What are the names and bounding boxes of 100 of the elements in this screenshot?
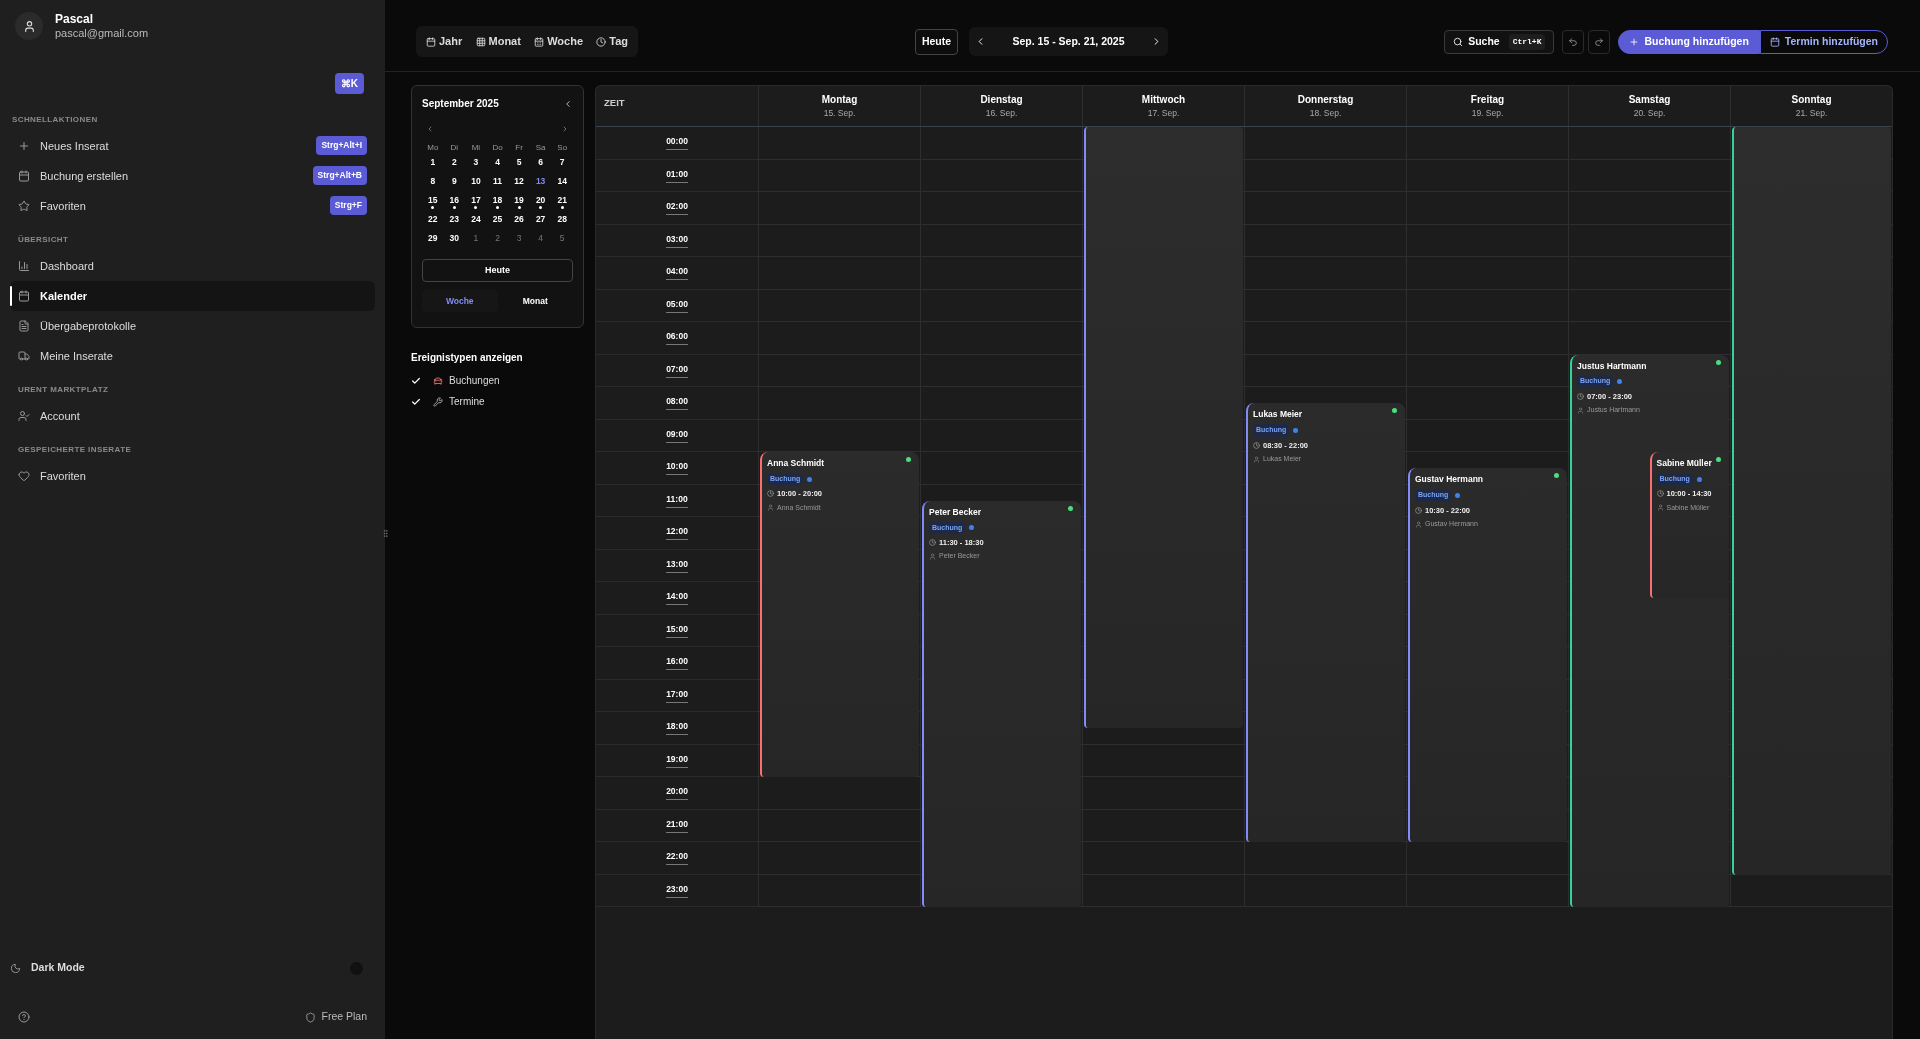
calendar-day[interactable]: 24	[471, 213, 481, 225]
calendar-day[interactable]: 27	[535, 213, 546, 225]
sidebar-item[interactable]: Neues Inserat Strg+Alt+I	[10, 130, 375, 161]
calendar-day[interactable]: 20	[535, 194, 546, 206]
day-header[interactable]: Montag 15. Sep.	[758, 86, 920, 126]
document-icon	[18, 319, 30, 332]
clock-icon	[1577, 392, 1584, 400]
calendar-day[interactable]: 13	[535, 175, 546, 187]
view-tab[interactable]: Woche	[529, 29, 588, 54]
filter-label: Buchungen	[449, 374, 500, 388]
calendar-day[interactable]: 29	[428, 232, 438, 244]
day-header[interactable]: Samstag 20. Sep.	[1568, 86, 1730, 126]
hour-label: 18:00	[666, 720, 688, 736]
checkbox[interactable]	[411, 396, 421, 407]
hour-label: 20:00	[666, 785, 688, 801]
command-shortcut-badge[interactable]: ⌘K	[334, 72, 364, 94]
hour-label: 11:00	[666, 492, 688, 508]
calendar-day[interactable]: 3	[516, 232, 522, 244]
hour-label: 04:00	[666, 265, 688, 281]
avatar[interactable]	[15, 12, 43, 41]
shortcut-badge: Strg+Alt+I	[316, 136, 367, 156]
calendar-day[interactable]: 25	[492, 213, 503, 225]
date-range: Sep. 15 - Sep. 21, 2025	[1012, 33, 1125, 49]
filter-label: Termine	[449, 395, 485, 409]
user-check-icon	[18, 409, 30, 422]
redo-button[interactable]	[1588, 29, 1611, 54]
sidebar-item[interactable]: Meine Inserate	[10, 340, 375, 371]
section-heading: URENT MARKTPLATZ	[17, 383, 110, 396]
calendar-day[interactable]: 14	[557, 175, 567, 187]
calendar-day[interactable]: 28	[557, 213, 567, 225]
calendar-day[interactable]: 26	[514, 213, 524, 225]
sidebar-item[interactable]: Dashboard	[10, 250, 375, 281]
calendar-icon	[534, 36, 545, 47]
view-toggle[interactable]: Monat	[497, 290, 573, 312]
checkbox[interactable]	[411, 375, 421, 386]
person-icon	[1577, 406, 1584, 414]
day-header[interactable]: Dienstag 16. Sep.	[920, 86, 1082, 126]
calendar-day[interactable]: 9	[452, 175, 457, 187]
calendar-day[interactable]: 11	[493, 175, 502, 187]
day-header[interactable]: Freitag 19. Sep.	[1406, 86, 1568, 126]
calendar-day[interactable]: 15	[428, 194, 438, 206]
calendar-day[interactable]: 4	[538, 232, 543, 244]
calendar-day[interactable]: 1	[473, 232, 479, 244]
weekday-label: Do	[491, 142, 504, 154]
sidebar-item[interactable]: Favoriten Strg+F	[10, 190, 375, 221]
calendar-day[interactable]: 1	[430, 156, 436, 168]
hour-label: 19:00	[666, 752, 688, 768]
calendar-day[interactable]: 18	[492, 194, 503, 206]
sidebar-item[interactable]: Übergabeprotokolle	[10, 310, 375, 341]
calendar-day[interactable]: 7	[559, 156, 565, 168]
day-header[interactable]: Donnerstag 18. Sep.	[1244, 86, 1406, 126]
today-button[interactable]: Heute	[422, 259, 573, 282]
calendar-day[interactable]: 2	[495, 232, 500, 244]
calendar-day[interactable]: 19	[514, 194, 524, 206]
day-header[interactable]: Mittwoch 17. Sep.	[1082, 86, 1244, 126]
help-icon[interactable]	[18, 1011, 30, 1024]
calendar-day[interactable]: 6	[538, 156, 543, 168]
sidebar-item[interactable]: Buchung erstellen Strg+Alt+B	[10, 160, 375, 191]
day-header[interactable]: Sonntag 21. Sep.	[1730, 86, 1892, 126]
hour-label: 03:00	[666, 232, 688, 248]
person-icon	[1415, 520, 1422, 528]
plan-label: Free Plan	[321, 1009, 367, 1025]
calendar-day[interactable]: 2	[452, 156, 457, 168]
calendar-day[interactable]: 12	[514, 175, 524, 187]
view-toggle[interactable]: Woche	[422, 290, 498, 312]
calendar-day[interactable]: 3	[473, 156, 479, 168]
hour-label: 05:00	[666, 297, 688, 313]
calendar-day[interactable]: 8	[430, 175, 436, 187]
calendar-day[interactable]: 4	[495, 156, 500, 168]
clock-icon	[767, 490, 774, 498]
calendar-day[interactable]: 10	[471, 175, 481, 187]
collapse-icon[interactable]	[563, 98, 573, 109]
next-month-icon[interactable]	[561, 125, 569, 133]
sidebar-item[interactable]: Favoriten	[10, 460, 375, 491]
calendar-day[interactable]: 21	[557, 194, 567, 206]
previous-month-icon[interactable]	[426, 125, 434, 133]
calendar-day[interactable]: 16	[449, 194, 460, 206]
moon-icon	[10, 962, 21, 974]
calendar-day[interactable]: 30	[449, 232, 460, 244]
sidebar-item[interactable]: Kalender	[10, 280, 375, 311]
view-tab[interactable]: Jahr	[421, 29, 468, 54]
calendar-day[interactable]: 22	[428, 213, 438, 225]
hour-label: 22:00	[666, 850, 688, 866]
view-tab[interactable]: Tag	[591, 29, 633, 54]
resize-handle-icon[interactable]	[381, 529, 390, 538]
event-title: Gustav Hermann	[1415, 473, 1484, 486]
clock-icon	[1415, 506, 1422, 514]
calendar-day[interactable]: 23	[449, 213, 460, 225]
today-button[interactable]: Heute	[915, 28, 958, 55]
calendar-day[interactable]: 5	[559, 232, 565, 244]
person-icon	[929, 553, 936, 560]
undo-button[interactable]	[1562, 29, 1585, 54]
calendar-day[interactable]: 5	[516, 156, 522, 168]
hour-label: 23:00	[666, 882, 688, 898]
sidebar-item[interactable]: Account	[10, 400, 375, 431]
calendar-day[interactable]: 17	[471, 194, 481, 206]
view-tab[interactable]: Monat	[470, 29, 526, 54]
calendar-icon	[426, 36, 436, 47]
add-booking-button[interactable]: Buchung hinzufügen	[1618, 29, 1760, 54]
search-button[interactable]: Suche Ctrl+K	[1444, 29, 1555, 54]
